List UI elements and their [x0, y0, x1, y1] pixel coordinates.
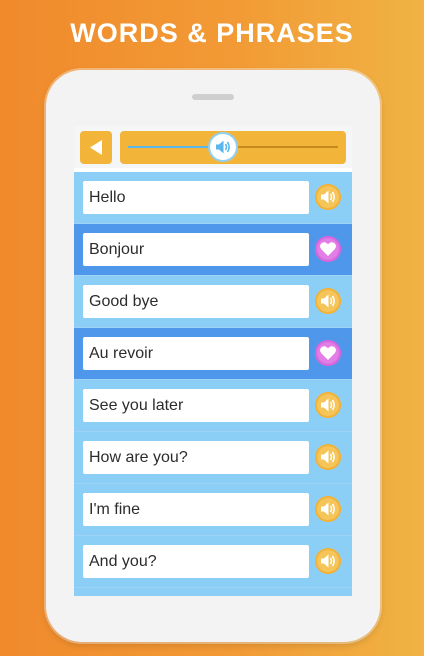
speaker-icon: [215, 140, 230, 154]
play-audio-button[interactable]: [315, 548, 341, 574]
play-audio-button[interactable]: [315, 496, 341, 522]
phrase-label: How are you?: [89, 449, 188, 466]
speaker-icon: [321, 502, 335, 516]
phrase-row: I'm fine: [74, 484, 352, 536]
phrase-row: See you later: [74, 380, 352, 432]
play-audio-button[interactable]: [315, 444, 341, 470]
speaker-icon: [321, 294, 335, 308]
phrase-text-field[interactable]: How are you?: [83, 441, 309, 474]
phrase-text-field[interactable]: I'm fine: [83, 493, 309, 526]
speaker-icon: [321, 190, 335, 204]
audio-progress-fill: [128, 146, 223, 148]
phrase-label: Au revoir: [89, 345, 154, 362]
tablet-frame: Hello Bonjour Good bye Au revoir See you lat…: [46, 70, 380, 642]
speaker-icon: [321, 554, 335, 568]
phrase-row: Hello: [74, 172, 352, 224]
phrase-row: [74, 588, 352, 596]
phrase-label: I'm fine: [89, 501, 141, 518]
back-arrow-icon: [90, 140, 102, 155]
phrase-list: Hello Bonjour Good bye Au revoir See you lat…: [74, 172, 352, 596]
heart-icon: [320, 242, 336, 256]
app-screen: Hello Bonjour Good bye Au revoir See you lat…: [74, 126, 352, 596]
back-button[interactable]: [80, 131, 112, 164]
heart-icon: [320, 346, 336, 360]
audio-slider-handle[interactable]: [209, 134, 236, 160]
favorite-button[interactable]: [315, 340, 341, 366]
play-audio-button[interactable]: [315, 184, 341, 210]
phrase-row: And you?: [74, 536, 352, 588]
phrase-label: Bonjour: [89, 241, 145, 258]
phrase-text-field[interactable]: Bonjour: [83, 233, 309, 266]
audio-progress-bar[interactable]: [120, 131, 346, 164]
speaker-icon: [321, 450, 335, 464]
play-audio-button[interactable]: [315, 392, 341, 418]
player-toolbar: [74, 126, 352, 168]
phrase-text-field[interactable]: See you later: [83, 389, 309, 422]
phrase-label: And you?: [89, 553, 157, 570]
page-headline: WORDS & PHRASES: [70, 18, 354, 48]
phrase-row: Bonjour: [74, 224, 352, 276]
phrase-label: Good bye: [89, 293, 159, 310]
phrase-row: How are you?: [74, 432, 352, 484]
play-audio-button[interactable]: [315, 288, 341, 314]
phrase-label: See you later: [89, 397, 184, 414]
phrase-text-field[interactable]: Good bye: [83, 285, 309, 318]
phrase-text-field[interactable]: Au revoir: [83, 337, 309, 370]
phrase-row: Au revoir: [74, 328, 352, 380]
phrase-text-field[interactable]: And you?: [83, 545, 309, 578]
favorite-button[interactable]: [315, 236, 341, 262]
speaker-icon: [321, 398, 335, 412]
phrase-row: Good bye: [74, 276, 352, 328]
device-speaker-grille: [192, 94, 234, 100]
phrase-text-field[interactable]: Hello: [83, 181, 309, 214]
phrase-label: Hello: [89, 189, 126, 206]
